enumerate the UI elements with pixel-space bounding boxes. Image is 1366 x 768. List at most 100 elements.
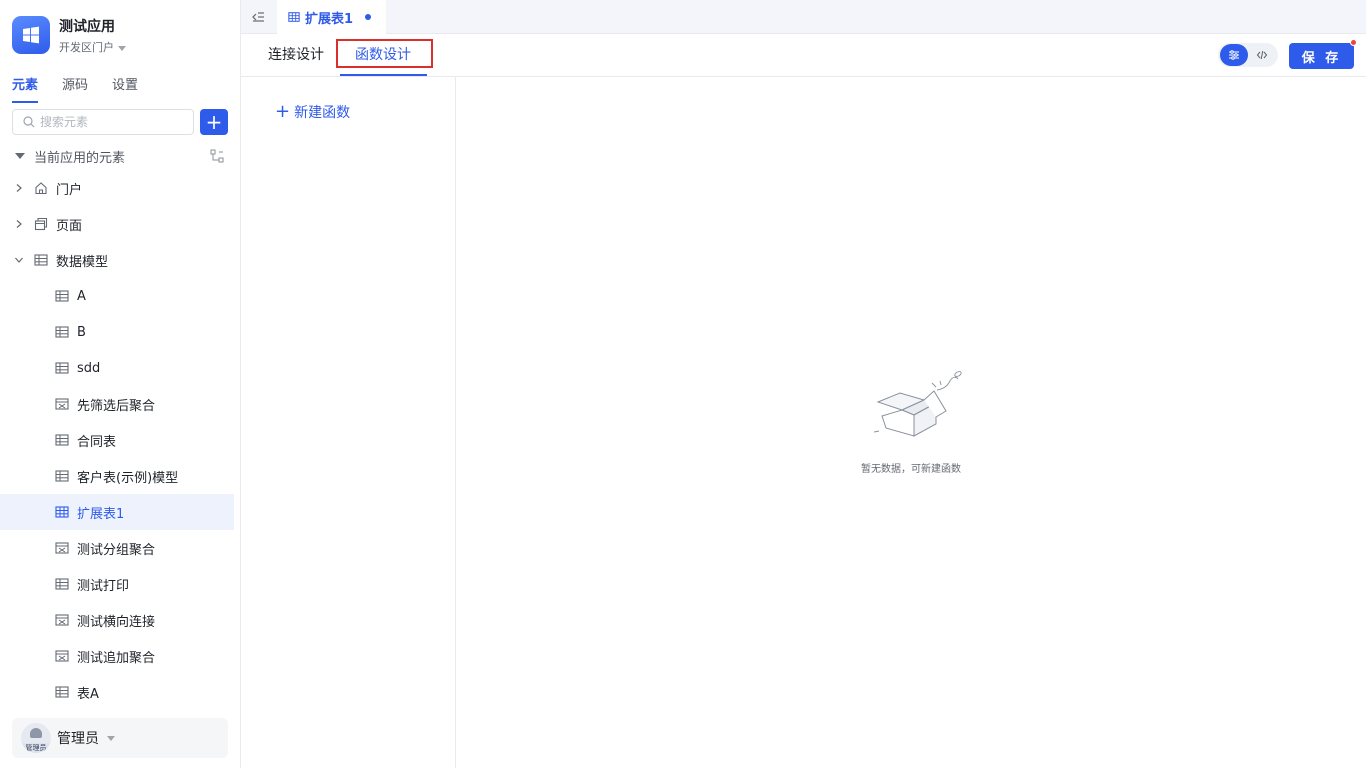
extension-table-icon <box>55 506 69 518</box>
view-toggle <box>1218 43 1278 67</box>
tree-item-model[interactable]: 测试横向连接 <box>0 602 234 638</box>
tree-item-model[interactable]: 测试打印 <box>0 566 234 602</box>
current-app-elements-header[interactable]: 当前应用的元素 <box>12 146 228 166</box>
sidebar: 测试应用 开发区门户 元素 源码 设置 + <box>0 0 241 768</box>
active-tab-underline <box>340 74 427 76</box>
new-function-label: 新建函数 <box>294 105 351 121</box>
tab-elements[interactable]: 元素 <box>12 76 39 103</box>
design-tabs-bar: 连接设计 函数设计 保 存 <box>241 34 1366 77</box>
empty-state-text: 暂无数据，可新建函数 <box>861 464 961 475</box>
document-tab[interactable]: 扩展表1 <box>277 0 386 34</box>
chevron-down-icon[interactable] <box>14 255 24 265</box>
app-header: 测试应用 开发区门户 <box>12 16 232 60</box>
search-box <box>12 109 194 135</box>
tree-item-label: 先筛选后聚合 <box>77 398 156 414</box>
tree-item-model[interactable]: sdd <box>0 350 234 386</box>
tree-item-label: 门户 <box>56 182 83 198</box>
tree-item-model[interactable]: 表A <box>0 674 234 710</box>
sidebar-tabs: 元素 源码 设置 <box>12 76 162 103</box>
table-icon <box>34 254 48 266</box>
annotation-highlight-box <box>336 39 433 68</box>
table-icon <box>55 290 69 302</box>
section-label: 当前应用的元素 <box>34 150 126 166</box>
avatar-tag: 管理员 <box>21 743 51 753</box>
user-name: 管理员 <box>57 731 99 747</box>
home-icon <box>35 182 47 195</box>
table-icon <box>55 578 69 590</box>
sliders-icon <box>1229 50 1239 60</box>
tree-item-label: 数据模型 <box>56 254 109 270</box>
document-tabs-bar: 扩展表1 <box>241 0 1366 34</box>
avatar: 管理员 <box>21 723 51 753</box>
windows-logo-icon <box>23 26 39 44</box>
tree-item-label: A <box>77 288 86 304</box>
pages-icon <box>34 217 48 231</box>
tree-item-model[interactable]: B <box>0 314 234 350</box>
tree-item-model-selected[interactable]: 扩展表1 <box>0 494 234 530</box>
settings-view-button[interactable] <box>1220 44 1248 66</box>
tree-item-model[interactable]: 客户表(示例)模型 <box>0 458 234 494</box>
tree-item-label: 页面 <box>56 218 83 234</box>
avatar-person-icon <box>30 728 42 738</box>
table-icon <box>55 434 69 446</box>
tree-item-model[interactable]: 合同表 <box>0 422 234 458</box>
element-tree: 门户 页面 数据模型 A B sdd 先筛选后聚合 合同表 客户表(示例)模型 … <box>0 170 234 710</box>
plus-icon: + <box>275 101 291 122</box>
tree-item-portal[interactable]: 门户 <box>0 170 234 206</box>
function-editor-area: 暂无数据，可新建函数 <box>456 77 1366 768</box>
tree-item-data-model[interactable]: 数据模型 <box>0 242 234 278</box>
aggregate-table-icon <box>55 614 69 626</box>
caret-down-icon <box>15 153 25 159</box>
portal-selector[interactable]: 开发区门户 <box>59 40 126 56</box>
aggregate-table-icon <box>55 650 69 662</box>
locate-icon[interactable] <box>210 149 224 163</box>
save-button[interactable]: 保 存 <box>1289 43 1354 69</box>
unsaved-indicator[interactable] <box>365 14 372 20</box>
table-icon <box>55 686 69 698</box>
code-icon <box>1256 50 1268 60</box>
caret-down-icon <box>107 735 115 741</box>
chevron-right-icon[interactable] <box>14 219 24 229</box>
tab-settings[interactable]: 设置 <box>112 76 138 100</box>
user-menu[interactable]: 管理员 管理员 <box>12 718 228 758</box>
tree-item-label: 合同表 <box>77 434 117 450</box>
search-row: + <box>12 109 228 135</box>
unsaved-badge <box>1350 39 1357 46</box>
new-function-button[interactable]: + 新建函数 <box>275 102 350 122</box>
tree-item-model[interactable]: 先筛选后聚合 <box>0 386 234 422</box>
extension-table-icon <box>288 12 300 22</box>
app-logo <box>12 16 50 54</box>
app-meta: 测试应用 开发区门户 <box>59 16 126 60</box>
tab-connection-design[interactable]: 连接设计 <box>268 45 324 65</box>
tree-item-label: sdd <box>77 360 101 376</box>
tree-item-model[interactable]: A <box>0 278 234 314</box>
tree-item-label: 测试打印 <box>77 578 130 594</box>
tree-item-label: 客户表(示例)模型 <box>77 470 179 486</box>
add-element-button[interactable]: + <box>200 109 228 135</box>
tree-item-label: 测试追加聚合 <box>77 650 156 666</box>
search-icon <box>23 116 35 128</box>
app-name: 测试应用 <box>59 19 115 35</box>
table-icon <box>55 362 69 374</box>
code-view-button[interactable] <box>1248 44 1276 66</box>
tree-item-model[interactable]: 测试追加聚合 <box>0 638 234 674</box>
collapse-sidebar-icon[interactable] <box>251 10 265 24</box>
chevron-right-icon[interactable] <box>14 183 24 193</box>
portal-label: 开发区门户 <box>59 41 114 54</box>
tree-item-label: B <box>77 324 86 340</box>
tree-item-label: 测试横向连接 <box>77 614 156 630</box>
table-icon <box>55 326 69 338</box>
tree-item-label: 测试分组聚合 <box>77 542 156 558</box>
empty-box-icon <box>874 371 962 437</box>
caret-down-icon <box>118 45 126 51</box>
aggregate-table-icon <box>55 398 69 410</box>
tab-source[interactable]: 源码 <box>62 76 88 100</box>
tree-item-page[interactable]: 页面 <box>0 206 234 242</box>
tree-item-model[interactable]: 测试分组聚合 <box>0 530 234 566</box>
tree-item-label: 扩展表1 <box>77 506 125 522</box>
function-list-panel: + 新建函数 <box>241 77 456 768</box>
search-input[interactable] <box>40 115 180 129</box>
app-root: 测试应用 开发区门户 元素 源码 设置 + <box>0 0 1366 768</box>
tree-item-label: 表A <box>77 686 99 702</box>
document-tab-label: 扩展表1 <box>305 11 354 27</box>
